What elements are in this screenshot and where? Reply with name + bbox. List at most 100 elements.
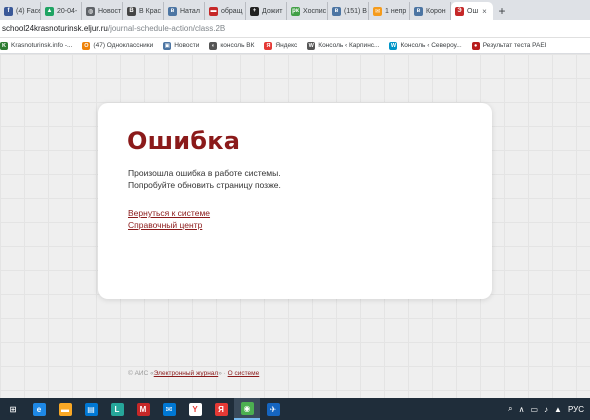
tray-item[interactable]: ⌕ — [508, 404, 512, 414]
bookmark-item[interactable]: W Консоль ‹ Североу... — [389, 41, 462, 50]
browser-tab[interactable]: ▲ 20-04- — [41, 2, 82, 20]
error-message-line-2: Попробуйте обновить страницу позже. — [128, 180, 281, 190]
page-footer: © АИС «Электронный журнал» · О системе — [128, 370, 259, 377]
bookmark-item[interactable]: ▣ Новости — [163, 41, 199, 50]
footer-prefix: © АИС « — [128, 370, 154, 377]
tab-label: (151) В — [344, 7, 367, 15]
address-bar[interactable]: school24krasnoturinsk.eljur.ru/journal-s… — [0, 20, 590, 38]
browser-tab[interactable]: в Натал — [164, 2, 205, 20]
tab-label: 20-04- — [57, 7, 78, 15]
browser-tab[interactable]: f (4) Face — [0, 2, 41, 20]
bookmark-item[interactable]: О (47) Одноклассники — [82, 41, 154, 50]
vk-icon: в — [332, 6, 341, 16]
launcher-icon: L — [110, 402, 124, 416]
bookmark-label: консоль ВК — [220, 42, 255, 49]
bookmark-item[interactable]: W Консоль ‹ Карпинс... — [307, 41, 380, 50]
page-title: Ошибка — [127, 127, 241, 155]
tab-label: Новост — [98, 7, 122, 15]
taskbar-app-button[interactable]: Y — [182, 398, 208, 420]
b-site-icon: B — [127, 6, 136, 16]
taskbar-app-button[interactable]: Я — [208, 398, 234, 420]
taskbar-app-button[interactable]: e — [26, 398, 52, 420]
yandex-icon: Я — [264, 41, 273, 50]
error-card: Ошибка Произошла ошибка в работе системы… — [98, 103, 492, 299]
tab-label: Натал — [180, 7, 200, 15]
chrome-icon: ◉ — [240, 401, 254, 415]
bookmark-item[interactable]: ● Результат теста PAEI — [471, 41, 547, 50]
tray-item[interactable]: ∧ — [519, 405, 525, 414]
browser-tab[interactable]: в (151) В — [328, 2, 369, 20]
new-tab-button[interactable]: + — [493, 2, 511, 20]
footer-about-link[interactable]: О системе — [228, 370, 260, 377]
bookmark-item[interactable]: ◐ консоль ВК — [209, 41, 255, 50]
browser-tab[interactable]: в Корон — [410, 2, 451, 20]
store-icon: ▤ — [84, 402, 98, 416]
file-explorer-icon: ▬ — [58, 402, 72, 416]
bookmark-label: Krasnoturinsk.info -... — [11, 42, 73, 49]
globe-icon: ◍ — [86, 6, 95, 16]
tab-label: Хоспис — [303, 7, 327, 15]
pk-icon: рк — [291, 6, 300, 16]
bookmark-label: (47) Одноклассники — [93, 42, 154, 49]
back-to-system-link[interactable]: Вернуться к системе — [128, 208, 210, 218]
tray-item[interactable]: ♪ — [544, 405, 548, 414]
plus-icon: + — [250, 6, 259, 16]
taskbar-app-button[interactable]: ⊞ — [0, 398, 26, 420]
help-center-link[interactable]: Справочный центр — [128, 220, 202, 230]
taskbar-app-button[interactable]: L — [104, 398, 130, 420]
mail-icon: ✉ — [162, 402, 176, 416]
taskbar-app-button[interactable]: ▤ — [78, 398, 104, 420]
krasnoturinsk-icon: K — [0, 41, 8, 50]
browser-tab[interactable]: BВ Крас — [123, 2, 164, 20]
tab-label: В Крас — [139, 7, 161, 15]
browser-tab[interactable]: ▬ обращ — [205, 2, 246, 20]
browser-tab[interactable]: ✉ 1 непр — [369, 2, 410, 20]
vk-icon: в — [168, 6, 177, 16]
bookmark-label: Консоль ‹ Североу... — [400, 42, 462, 49]
bookmarks-bar: K Krasnoturinsk.info -... О (47) Одноклассн… — [0, 38, 590, 54]
flag-icon: ▬ — [209, 6, 218, 16]
address-host: school24krasnoturinsk.eljur.ru — [2, 24, 108, 33]
taskbar-app-button[interactable]: ✉ — [156, 398, 182, 420]
taskbar-app-button[interactable]: ◉ — [234, 398, 260, 420]
browser-tab-active[interactable]: Э Ош × — [451, 2, 493, 20]
news-icon: ▣ — [163, 41, 172, 50]
vk-icon: в — [414, 6, 423, 16]
bookmark-label: Результат теста PAEI — [482, 42, 547, 49]
bookmark-item[interactable]: K Krasnoturinsk.info -... — [0, 41, 73, 50]
footer-journal-link[interactable]: Электронный журнал — [154, 370, 219, 377]
browser-tab[interactable]: ◍ Новост — [82, 2, 123, 20]
taskbar-app-button[interactable]: ▬ — [52, 398, 78, 420]
wordpress-icon: W — [307, 41, 316, 50]
close-icon[interactable]: × — [482, 7, 487, 16]
system-tray: ⌕ ∧ ▭ ♪ ▲ РУС — [508, 398, 590, 420]
google-drive-icon: ▲ — [45, 6, 54, 16]
mail-icon: ✉ — [373, 6, 382, 16]
paei-icon: ● — [471, 41, 480, 50]
page-content: Ошибка Произошла ошибка в работе системы… — [0, 54, 590, 398]
footer-separator: » · — [218, 370, 228, 377]
tray-item[interactable]: ▭ — [530, 405, 538, 414]
edge-icon: e — [32, 402, 46, 416]
browser-tab[interactable]: рк Хоспис — [287, 2, 328, 20]
tray-item[interactable]: ▲ — [554, 405, 562, 414]
browser-tab-strip: f (4) Face ▲ 20-04- ◍ Новост B В Крас в Натал ▬ обр… — [0, 0, 590, 20]
taskbar-app-button[interactable]: ✈ — [260, 398, 286, 420]
tab-label: Корон — [426, 7, 446, 15]
mcafee-icon: M — [136, 402, 150, 416]
bookmark-item[interactable]: Я Яндекс — [264, 41, 298, 50]
tab-label: Ош — [467, 7, 479, 15]
bookmark-label: Консоль ‹ Карпинс... — [318, 42, 380, 49]
taskbar-app-button[interactable]: M — [130, 398, 156, 420]
tab-label: 1 непр — [385, 7, 407, 15]
browser-tab[interactable]: + Дожит — [246, 2, 287, 20]
bookmark-label: Яндекс — [275, 42, 298, 49]
tray-item[interactable]: РУС — [568, 405, 584, 414]
windows-start-icon: ⊞ — [6, 402, 20, 416]
messenger-icon: ✈ — [266, 402, 280, 416]
error-message-line-1: Произошла ошибка в работе системы. — [128, 168, 281, 178]
console-icon: ◐ — [209, 41, 218, 50]
tab-label: (4) Face — [16, 7, 41, 15]
wordpress-icon: W — [389, 41, 398, 50]
eljur-icon: Э — [455, 6, 464, 16]
